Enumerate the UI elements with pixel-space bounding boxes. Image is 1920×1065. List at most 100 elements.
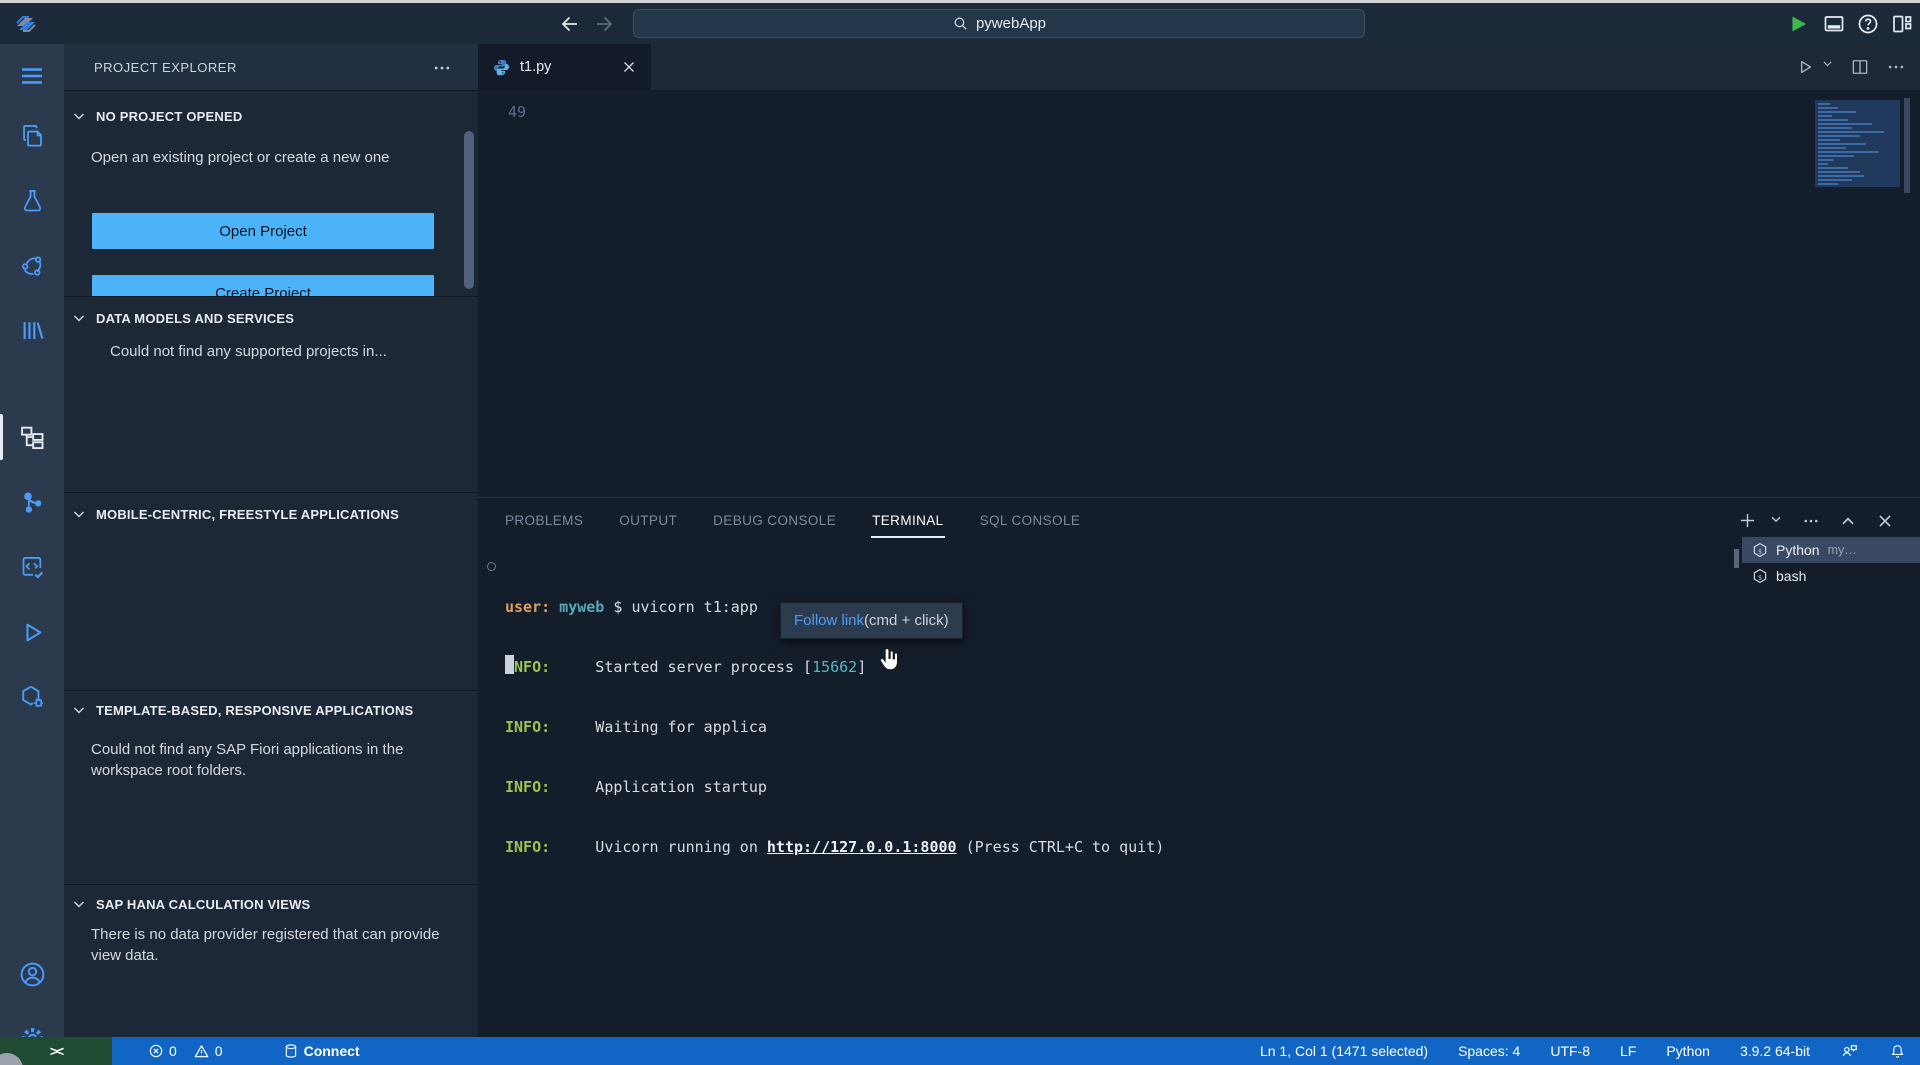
tab-sql-console[interactable]: SQL CONSOLE: [979, 509, 1082, 532]
section-header[interactable]: TEMPLATE-BASED, RESPONSIVE APPLICATIONS: [64, 695, 478, 725]
run-outline-icon[interactable]: [0, 606, 64, 658]
command-decoration-icon[interactable]: [487, 562, 496, 571]
feedback-icon[interactable]: [1840, 1042, 1859, 1060]
tab-output[interactable]: OUTPUT: [618, 509, 678, 532]
app-window: pywebApp: [0, 0, 1920, 1065]
notifications-bell-icon[interactable]: [1889, 1043, 1906, 1060]
minimap[interactable]: [1815, 100, 1900, 187]
tab-debug-console[interactable]: DEBUG CONSOLE: [712, 509, 837, 532]
section-description: Could not find any SAP Fiori application…: [91, 739, 441, 781]
layout-panels-icon[interactable]: [1890, 12, 1914, 36]
encoding-status[interactable]: UTF-8: [1550, 1043, 1590, 1059]
terminal-scrollbar-thumb[interactable]: [1734, 549, 1739, 568]
prompt-separator: $: [604, 598, 631, 616]
session-python[interactable]: $ Python my…: [1742, 537, 1920, 563]
editor-tab-strip: t1.py: [478, 44, 1920, 90]
terminal-session-icon: $: [1752, 568, 1768, 585]
sap-bas-logo-icon: [10, 8, 42, 40]
chevron-down-icon: [71, 506, 87, 522]
create-project-button[interactable]: Create Project: [92, 275, 434, 296]
svg-text:$: $: [1758, 547, 1762, 555]
search-value: pywebApp: [976, 15, 1046, 32]
share-network-icon[interactable]: [0, 239, 64, 291]
chevron-down-icon: [71, 702, 87, 718]
section-header[interactable]: DATA MODELS AND SERVICES: [64, 303, 478, 333]
terminal-log-line: INFO: Waiting for applica: [505, 717, 1164, 737]
terminal-log-line: INFO: Started server process [15662]: [505, 657, 1164, 677]
eol-status[interactable]: LF: [1620, 1043, 1636, 1059]
deploy-hexagon-plug-icon[interactable]: [0, 671, 64, 723]
language-status[interactable]: Python: [1666, 1043, 1710, 1059]
interpreter-status[interactable]: 3.9.2 64-bit: [1740, 1043, 1810, 1059]
section-title: TEMPLATE-BASED, RESPONSIVE APPLICATIONS: [96, 703, 413, 718]
maximize-panel-icon[interactable]: [1839, 512, 1857, 530]
python-file-icon: [492, 58, 511, 77]
back-arrow-icon[interactable]: [558, 12, 582, 36]
section-header[interactable]: SAP HANA CALCULATION VIEWS: [64, 889, 478, 919]
code-editor[interactable]: 49: [478, 90, 1920, 497]
run-dropdown-chevron-icon[interactable]: [1821, 57, 1834, 77]
warning-icon: [193, 1043, 210, 1060]
connect-status[interactable]: Connect: [283, 1043, 360, 1059]
section-title: MOBILE-CENTRIC, FREESTYLE APPLICATIONS: [96, 507, 399, 522]
editor-actions: [1795, 57, 1906, 77]
more-actions-icon[interactable]: [432, 58, 452, 76]
library-books-icon[interactable]: [0, 304, 64, 356]
window-top-edge: [0, 0, 1920, 3]
section-header[interactable]: NO PROJECT OPENED: [64, 101, 478, 131]
tab-t1py[interactable]: t1.py: [478, 44, 651, 90]
status-left-items: 0 0 Connect: [148, 1037, 360, 1065]
code-review-check-icon[interactable]: [0, 541, 64, 593]
forward-arrow-icon[interactable]: [592, 12, 616, 36]
close-panel-icon[interactable]: [1876, 512, 1894, 530]
menu-icon[interactable]: [0, 50, 64, 102]
svg-text:$: $: [1758, 573, 1762, 581]
split-editor-icon[interactable]: [1850, 57, 1870, 77]
project-explorer-sidebar: PROJECT EXPLORER NO PROJECT OPENED Open …: [64, 44, 478, 1037]
section-title: SAP HANA CALCULATION VIEWS: [96, 897, 310, 912]
activity-bar: [0, 44, 64, 1037]
terminal-dropdown-chevron-icon[interactable]: [1769, 512, 1783, 530]
remote-brackets-icon: ><: [50, 1043, 62, 1059]
tab-terminal[interactable]: TERMINAL: [871, 509, 944, 532]
help-icon[interactable]: [1856, 12, 1880, 36]
section-sap-hana-calculation-views: SAP HANA CALCULATION VIEWS There is no d…: [64, 884, 478, 1037]
cursor-position-status[interactable]: Ln 1, Col 1 (1471 selected): [1260, 1043, 1428, 1059]
account-person-icon[interactable]: [0, 948, 64, 1000]
new-terminal-icon[interactable]: [1737, 510, 1758, 531]
sidebar-scrollbar-thumb[interactable]: [464, 131, 474, 289]
indentation-status[interactable]: Spaces: 4: [1458, 1043, 1520, 1059]
search-icon: [952, 15, 969, 32]
test-beaker-icon[interactable]: [0, 174, 64, 226]
terminal-session-list: $ Python my… $ bash: [1742, 537, 1920, 589]
project-hierarchy-icon[interactable]: [0, 411, 64, 463]
tab-problems[interactable]: PROBLEMS: [504, 509, 584, 532]
run-icon[interactable]: [1786, 12, 1810, 36]
editor-more-actions-icon[interactable]: [1886, 57, 1906, 77]
explorer-pages-icon[interactable]: [0, 109, 64, 161]
prompt-user: user:: [505, 598, 550, 616]
bottom-panel: PROBLEMS OUTPUT DEBUG CONSOLE TERMINAL S…: [478, 497, 1920, 1037]
section-header[interactable]: MOBILE-CENTRIC, FREESTYLE APPLICATIONS: [64, 499, 478, 529]
graph-nodes-icon[interactable]: [0, 476, 64, 528]
tab-close-icon[interactable]: [621, 59, 637, 75]
section-data-models-and-services: DATA MODELS AND SERVICES Could not find …: [64, 296, 478, 492]
sidebar-header: PROJECT EXPLORER: [64, 44, 478, 90]
section-description: Could not find any supported projects in…: [110, 341, 434, 362]
follow-link-action[interactable]: Follow link: [794, 612, 864, 629]
run-file-icon[interactable]: [1795, 57, 1815, 77]
command-search-box[interactable]: pywebApp: [633, 9, 1365, 38]
database-icon: [283, 1043, 299, 1059]
editor-scrollbar-thumb[interactable]: [1904, 98, 1910, 193]
open-project-button[interactable]: Open Project: [92, 213, 434, 249]
panel-more-actions-icon[interactable]: [1802, 512, 1820, 530]
section-title: NO PROJECT OPENED: [96, 109, 242, 124]
top-bar: pywebApp: [0, 3, 1920, 44]
preview-monitor-icon[interactable]: [1822, 12, 1846, 36]
terminal-url-link[interactable]: http://127.0.0.1:8000: [767, 838, 957, 856]
status-right-items: Ln 1, Col 1 (1471 selected) Spaces: 4 UT…: [1260, 1037, 1906, 1065]
mouse-hand-cursor: [876, 646, 904, 676]
session-bash[interactable]: $ bash: [1742, 563, 1920, 589]
problems-status[interactable]: 0 0: [148, 1043, 223, 1060]
section-mobile-centric-applications: MOBILE-CENTRIC, FREESTYLE APPLICATIONS: [64, 492, 478, 690]
